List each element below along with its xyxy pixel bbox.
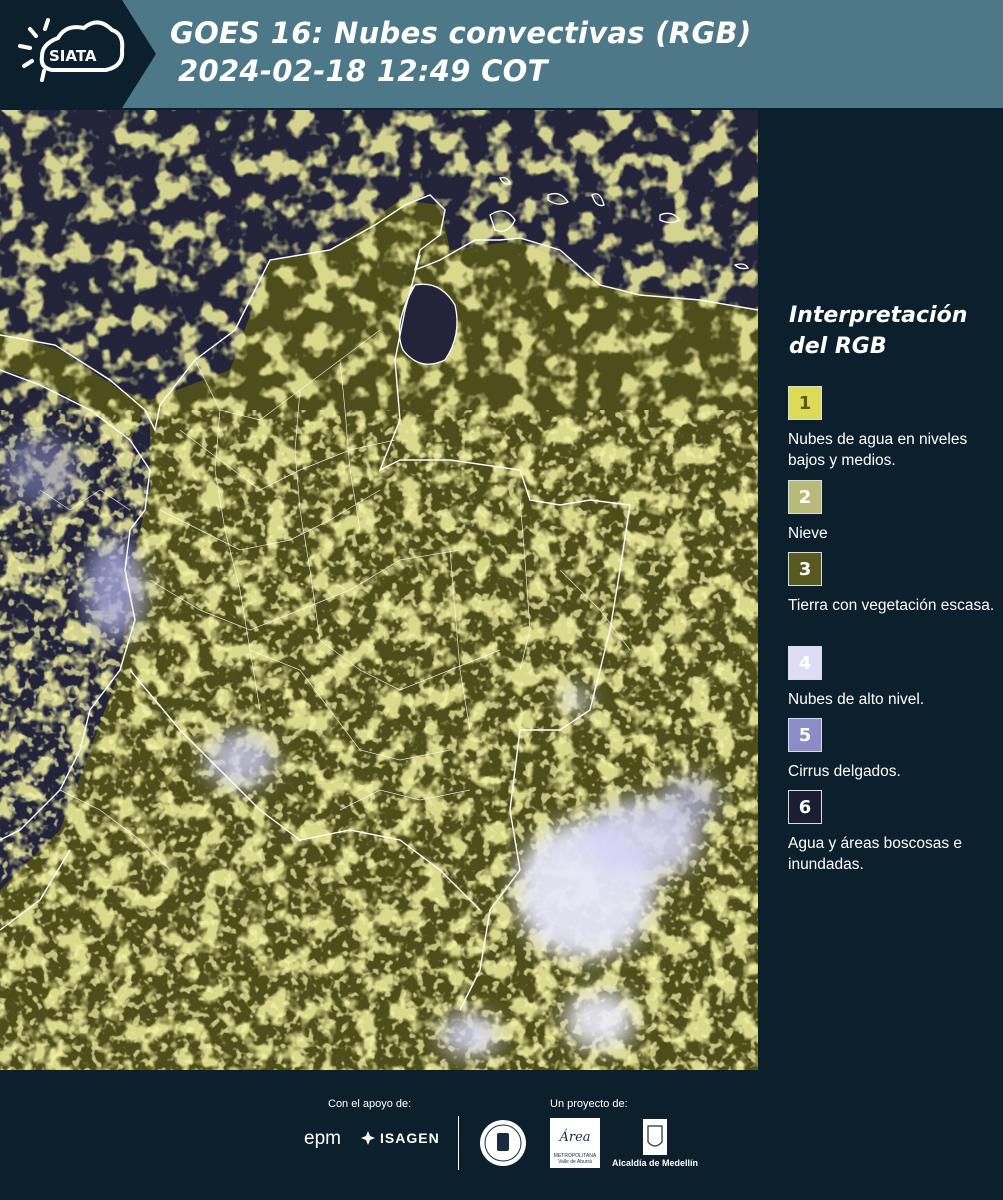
isagen-star-icon [361, 1131, 375, 1145]
legend-swatch-2: 2 [788, 480, 822, 514]
legend-item-1: 1 Nubes de agua en niveles bajos y medio… [788, 386, 998, 471]
legend-label-3: Tierra con vegetación escasa. [788, 597, 995, 614]
alcaldia-shield-icon [643, 1119, 667, 1155]
isagen-text: ISAGEN [380, 1130, 440, 1146]
legend-label-6: Agua y áreas boscosas e inundadas. [788, 835, 963, 873]
legend-item-5: 5 Cirrus delgados. [788, 718, 998, 782]
legend-panel: Interpretación del RGB 1 Nubes de agua e… [760, 110, 1003, 1070]
legend-label-5: Cirrus delgados. [788, 763, 901, 780]
page-title: GOES 16: Nubes convectivas (RGB) [170, 16, 752, 50]
isagen-logo: ISAGEN [360, 1130, 440, 1146]
siata-logo: SIATA [0, 0, 156, 108]
legend-label-1: Nubes de agua en niveles bajos y medios. [788, 431, 968, 469]
satellite-rgb-map [0, 110, 758, 1070]
legend-title: Interpretación del RGB [789, 303, 968, 359]
epm-logo: epm [304, 1128, 341, 1149]
legend-item-4: 4 Nubes de alto nivel. [788, 646, 998, 710]
header-bar: SIATA GOES 16: Nubes convectivas (RGB) 2… [0, 0, 1003, 108]
alcaldia-label: Alcaldía de Medellín [612, 1158, 699, 1168]
legend-swatch-6: 6 [788, 790, 822, 824]
footer: Con el apoyo de: Un proyecto de: epm ISA… [0, 1070, 1003, 1200]
medellin-seal-icon [480, 1120, 526, 1166]
area-metropolitana-logo: Área METROPOLITANA Valle de Aburrá [550, 1118, 600, 1168]
legend-swatch-3: 3 [788, 552, 822, 586]
legend-item-3: 3 Tierra con vegetación escasa. [788, 552, 998, 616]
area-logo-text: Área [559, 1130, 591, 1145]
support-caption: Con el apoyo de: [328, 1098, 412, 1110]
project-caption: Un proyecto de: [550, 1098, 628, 1110]
legend-swatch-1: 1 [788, 386, 822, 420]
siata-logo-text: SIATA [49, 47, 97, 65]
legend-label-2: Nieve [788, 525, 828, 542]
legend-swatch-4: 4 [788, 646, 822, 680]
legend-item-6: 6 Agua y áreas boscosas e inundadas. [788, 790, 998, 875]
timestamp-title: 2024-02-18 12:49 COT [178, 54, 548, 88]
legend-item-2: 2 Nieve [788, 480, 998, 544]
area-logo-sub: METROPOLITANA Valle de Aburrá [553, 1153, 597, 1165]
legend-swatch-5: 5 [788, 718, 822, 752]
footer-divider [458, 1116, 459, 1170]
legend-label-4: Nubes de alto nivel. [788, 691, 925, 708]
